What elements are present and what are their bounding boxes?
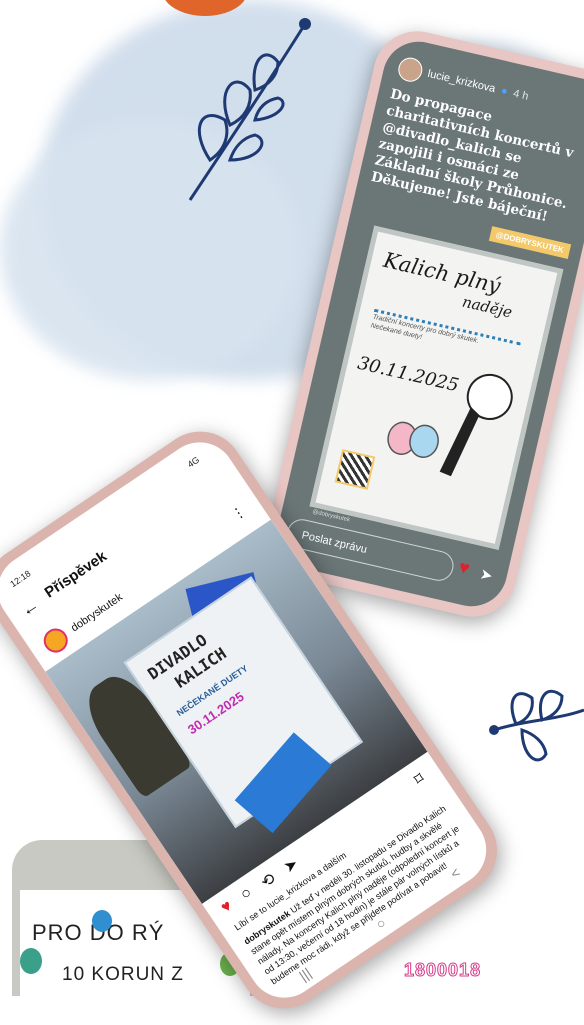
page-title: Příspěvek [41, 547, 110, 602]
leaf-branch-icon [489, 689, 584, 762]
more-options-icon[interactable]: ⋮ [228, 502, 249, 524]
home-icon[interactable]: ○ [373, 914, 389, 932]
story-text: Do propagace charitativních koncertů v @… [369, 86, 576, 226]
heart-icon[interactable]: ♥ [218, 897, 237, 919]
bookmark-icon[interactable]: ⌑ [410, 768, 428, 789]
back-arrow-icon[interactable]: ← [17, 594, 44, 621]
sign-line-2: 10 KORUN Z [62, 964, 184, 985]
heart-icon[interactable]: ♥ [457, 557, 472, 580]
story-poster: Kalich plný naděje Tradiční koncerty pro… [309, 225, 564, 550]
poster-date: 30.11.2025 [355, 352, 461, 397]
recents-icon[interactable]: ||| [296, 964, 314, 983]
story-time: 4 h [512, 87, 530, 103]
number-sticker: 1800018 [404, 960, 482, 981]
back-icon[interactable]: < [447, 864, 463, 882]
avatar[interactable] [395, 55, 425, 85]
story-username[interactable]: lucie_krizkova [427, 68, 497, 95]
leaf-branch-icon [188, 18, 311, 201]
poster-subtitle: naděje [460, 292, 514, 322]
repost-icon[interactable]: ⟲ [257, 869, 279, 893]
ornament-icon [92, 910, 112, 932]
comment-icon[interactable]: ○ [238, 884, 257, 906]
poster-title: Kalich plný [381, 247, 503, 299]
theatre-masks-icon [387, 421, 439, 458]
status-network: 4G [185, 454, 202, 470]
send-icon[interactable]: ➤ [478, 565, 494, 585]
avatar[interactable] [39, 623, 73, 658]
send-icon[interactable]: ➤ [280, 853, 302, 877]
verified-icon: ● [499, 84, 509, 98]
qr-code-icon [334, 449, 376, 490]
ornament-icon [20, 948, 42, 974]
status-time: 12:18 [8, 568, 33, 590]
